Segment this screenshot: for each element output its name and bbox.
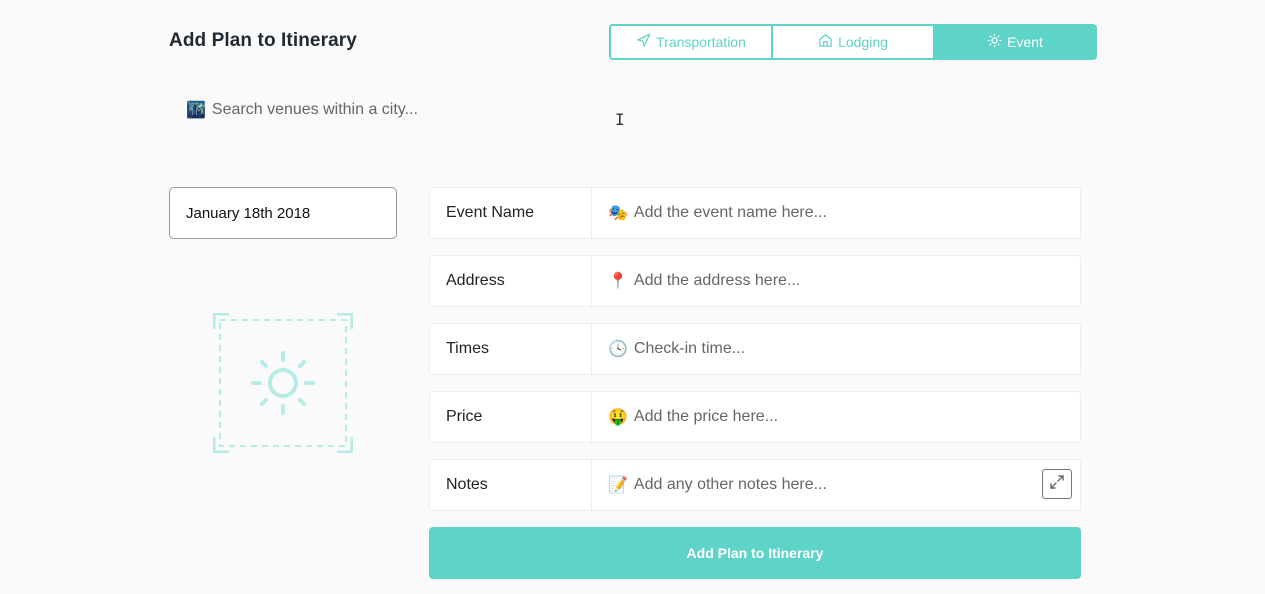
- event-name-row: Event Name 🎭 Add the event name here...: [429, 187, 1081, 239]
- times-row: Times 🕓 Check-in time...: [429, 323, 1081, 375]
- notes-placeholder: Add any other notes here...: [633, 476, 827, 493]
- expand-icon: [1049, 474, 1065, 495]
- sun-icon: [987, 33, 1002, 51]
- memo-icon: 📝: [608, 477, 628, 494]
- address-label: Address: [430, 256, 592, 306]
- address-row: Address 📍 Add the address here...: [429, 255, 1081, 307]
- search-placeholder: Search venues within a city...: [211, 101, 418, 118]
- times-label: Times: [430, 324, 592, 374]
- page-title: Add Plan to Itinerary: [169, 30, 357, 51]
- add-plan-button[interactable]: Add Plan to Itinerary: [429, 527, 1081, 579]
- pin-icon: 📍: [608, 273, 628, 290]
- date-value: January 18th 2018: [186, 204, 311, 222]
- text-cursor-icon: I: [615, 110, 625, 129]
- tab-label: Transportation: [656, 34, 746, 50]
- address-input[interactable]: 📍 Add the address here...: [592, 256, 1080, 306]
- notes-input[interactable]: 📝 Add any other notes here...: [592, 460, 1080, 510]
- expand-notes-button[interactable]: [1042, 469, 1072, 499]
- plan-type-tabs: Transportation Lodging Event: [609, 24, 1097, 60]
- theater-masks-icon: 🎭: [608, 205, 628, 222]
- navigation-arrow-icon: [636, 33, 651, 51]
- price-placeholder: Add the price here...: [633, 408, 779, 425]
- notes-row: Notes 📝 Add any other notes here...: [429, 459, 1081, 511]
- money-face-icon: 🤑: [608, 409, 628, 426]
- tab-transportation[interactable]: Transportation: [611, 26, 771, 58]
- checkin-time-input[interactable]: 🕓 Check-in time...: [592, 324, 1080, 374]
- address-placeholder: Add the address here...: [633, 272, 801, 289]
- sun-icon: [212, 312, 354, 454]
- add-plan-page: Add Plan to Itinerary Transportation Lod…: [0, 0, 1265, 594]
- price-label: Price: [430, 392, 592, 442]
- add-plan-button-label: Add Plan to Itinerary: [686, 545, 824, 561]
- notes-label: Notes: [430, 460, 592, 510]
- price-input[interactable]: 🤑 Add the price here...: [592, 392, 1080, 442]
- tab-event[interactable]: Event: [933, 26, 1095, 58]
- event-name-input[interactable]: 🎭 Add the event name here...: [592, 188, 1080, 238]
- clock-icon: 🕓: [608, 341, 628, 358]
- tab-label: Event: [1007, 34, 1043, 50]
- event-name-placeholder: Add the event name here...: [633, 204, 827, 221]
- price-row: Price 🤑 Add the price here...: [429, 391, 1081, 443]
- event-name-label: Event Name: [430, 188, 592, 238]
- checkin-time-placeholder: Check-in time...: [633, 340, 746, 357]
- venue-search-input[interactable]: 🌃 Search venues within a city...: [186, 100, 418, 120]
- house-icon: [818, 33, 833, 51]
- tab-label: Lodging: [838, 34, 888, 50]
- date-picker[interactable]: January 18th 2018: [169, 187, 397, 239]
- tab-lodging[interactable]: Lodging: [771, 26, 933, 58]
- city-night-icon: 🌃: [186, 102, 206, 119]
